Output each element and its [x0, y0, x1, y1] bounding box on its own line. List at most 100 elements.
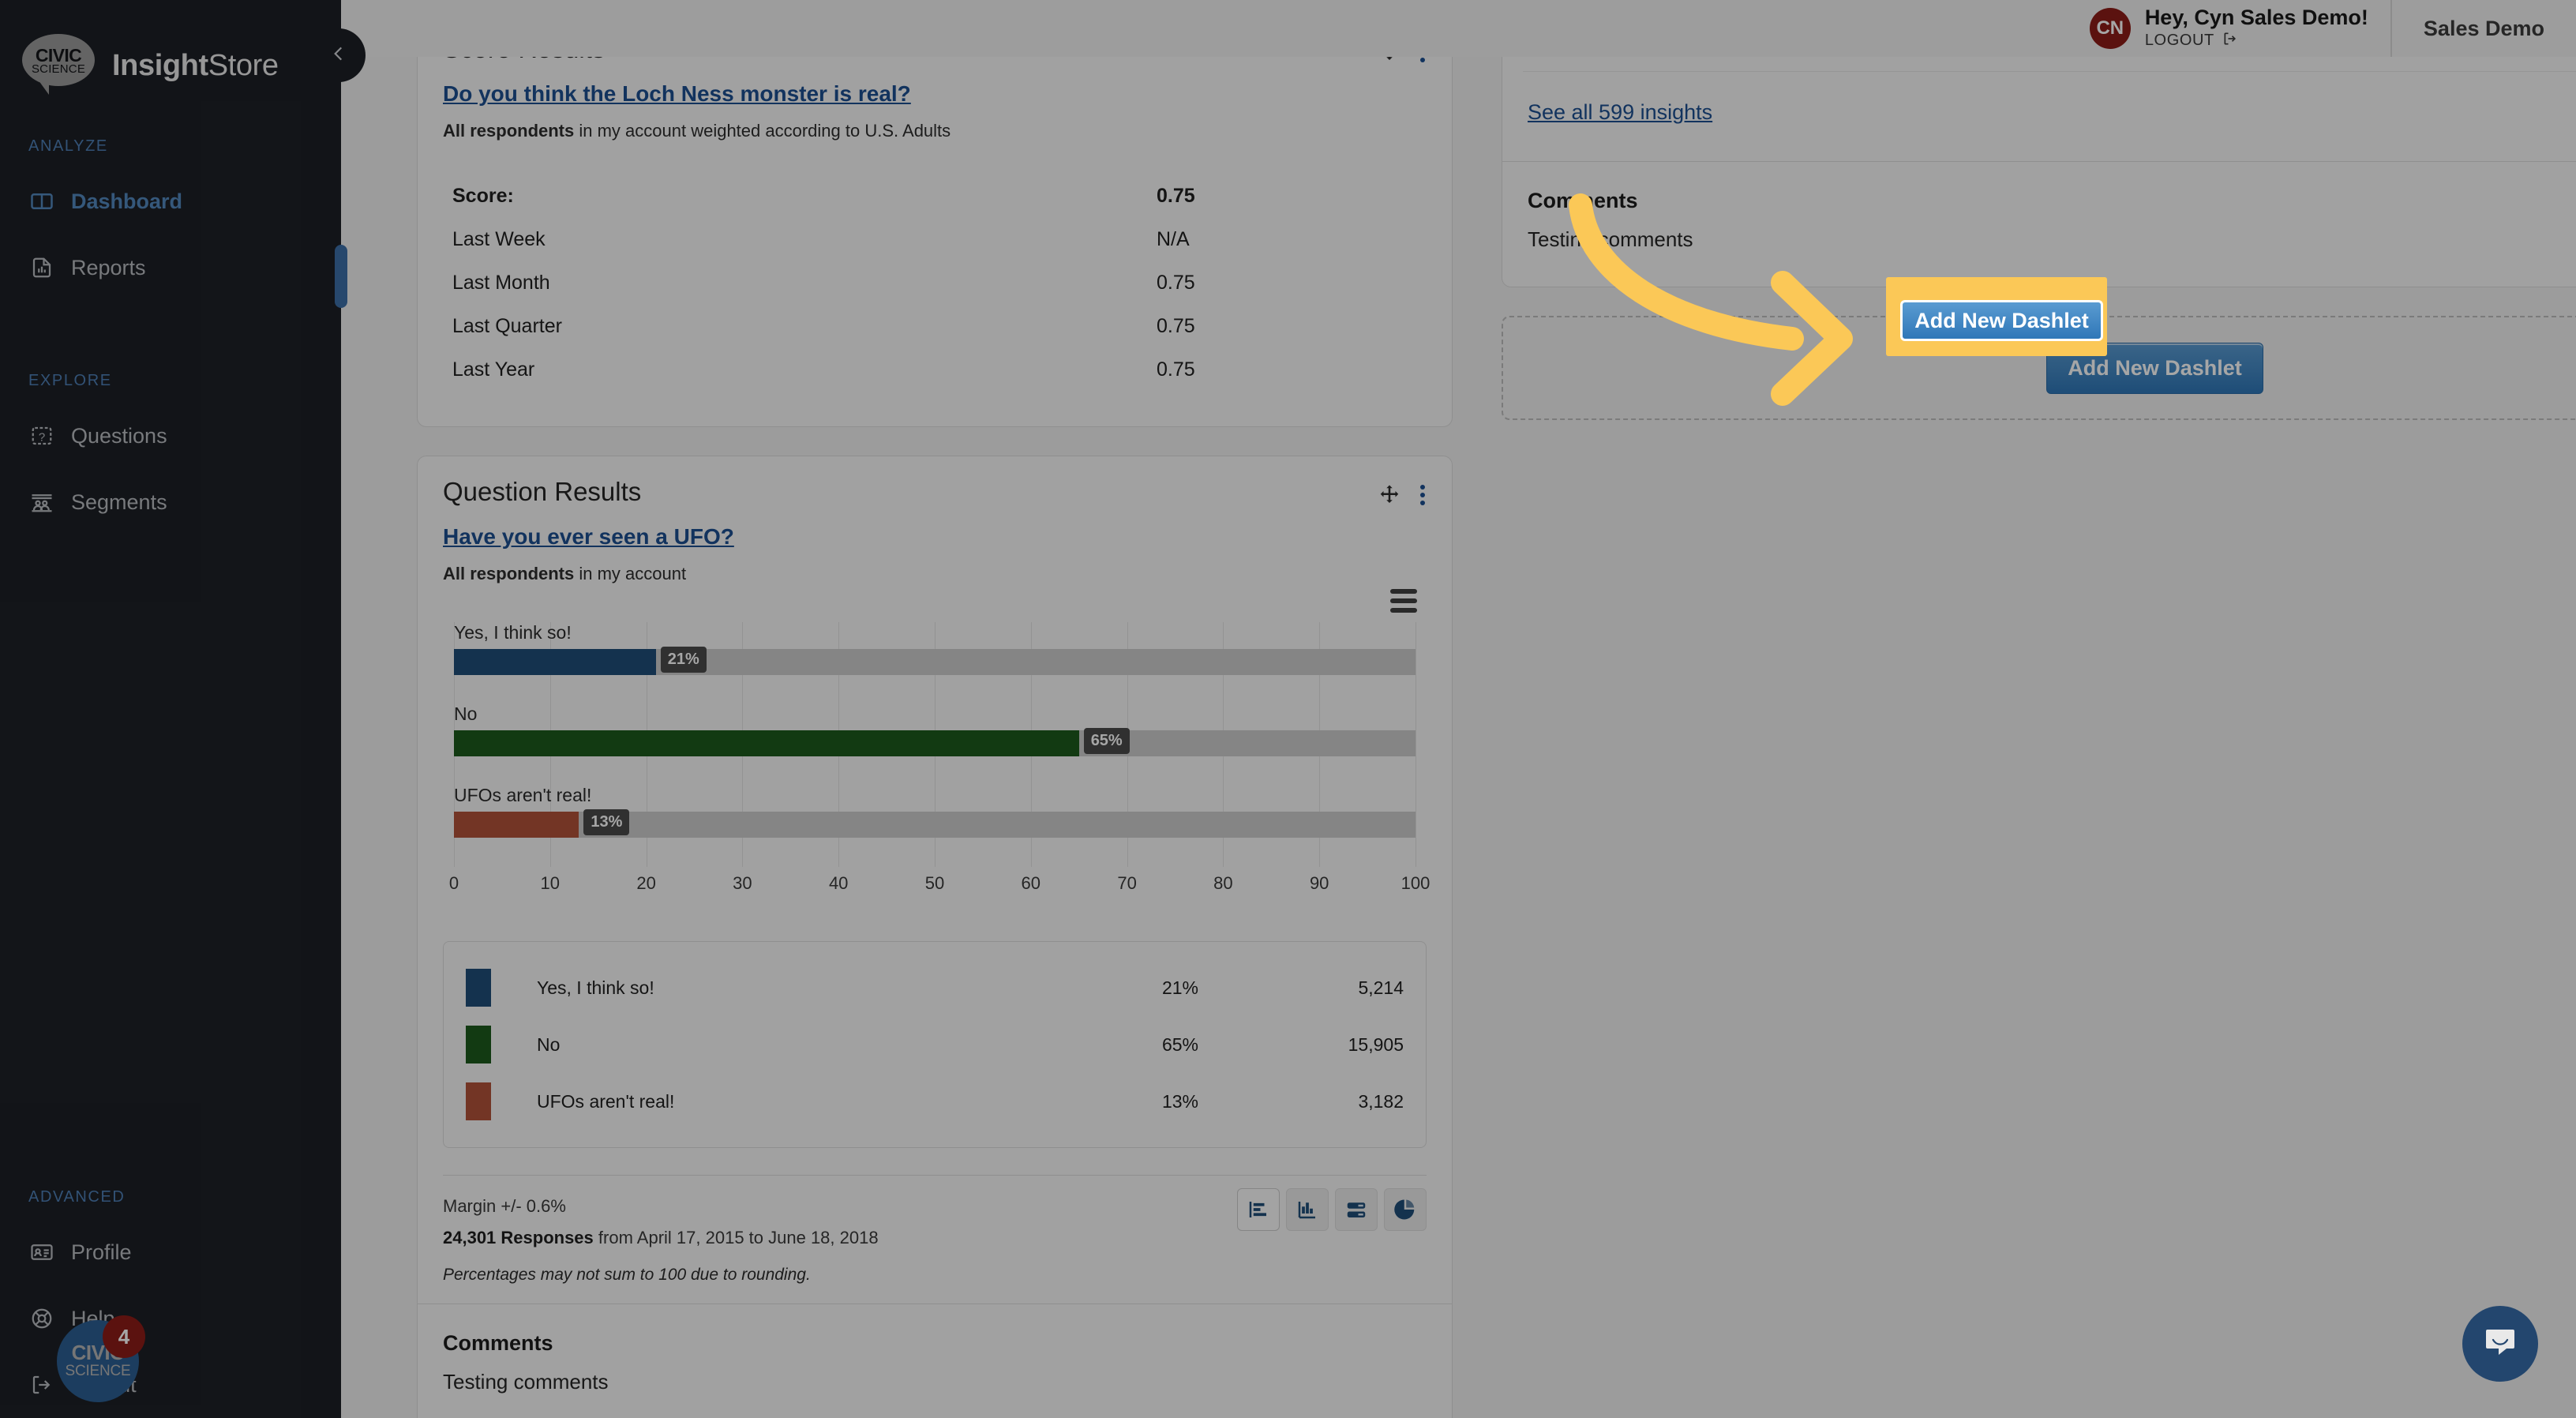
move-icon[interactable]	[1378, 57, 1401, 64]
pie-view-button[interactable]	[1384, 1188, 1427, 1231]
svg-text:?: ?	[39, 430, 45, 444]
score-row-value: 0.75	[1157, 185, 1195, 207]
sidebar: CIVIC SCIENCE InsightStore ANALYZE Dashb…	[0, 0, 341, 1418]
chart-axis-tick: 50	[924, 873, 945, 893]
legend-count: 15,905	[1348, 1033, 1404, 1055]
avatar: CN	[2089, 8, 2131, 49]
stacked-bar-view-button[interactable]	[1335, 1188, 1378, 1231]
audience-rest: in my account	[574, 564, 687, 583]
score-row: Last Week N/A	[452, 218, 1417, 261]
legend-row: UFOs aren't real! 13% 3,182	[466, 1073, 1404, 1130]
chart-bar-label: UFOs aren't real!	[454, 785, 592, 805]
hamburger-export-icon[interactable]	[1390, 589, 1417, 617]
question-card-comments: Comments Testing comments	[418, 1304, 1452, 1418]
sidebar-collapse-button[interactable]	[312, 28, 366, 82]
legend-percent: 65%	[1161, 1033, 1198, 1055]
question-results-card: Question Results Have you ever seen a UF…	[417, 456, 1453, 1418]
sidebar-item-segments[interactable]: Segments	[0, 469, 341, 535]
legend-row: No 65% 15,905	[466, 1016, 1404, 1073]
score-row-value: 0.75	[1157, 272, 1195, 294]
sidebar-section-analyze: ANALYZE	[28, 137, 108, 155]
report-icon	[30, 256, 54, 279]
responses-count: 24,301 Responses	[443, 1228, 594, 1247]
legend-count: 5,214	[1358, 977, 1404, 998]
legend-label: Yes, I think so!	[537, 977, 654, 998]
chart-area: Yes, I think so! 21% No 65% UFOs aren't real…	[443, 584, 1430, 905]
legend-row: Yes, I think so! 21% 5,214	[466, 959, 1404, 1016]
comments-body: Testing comments	[443, 1370, 609, 1394]
logout-icon	[30, 1373, 54, 1397]
chart-view-toggle-group	[1237, 1188, 1427, 1231]
move-icon[interactable]	[1378, 483, 1401, 507]
score-row-value: 0.75	[1157, 315, 1195, 337]
chart-axis-tick: 80	[1213, 873, 1233, 893]
chart-bar	[454, 730, 1079, 756]
badge-line-2: SCIENCE	[65, 1362, 131, 1379]
bar-chart-plot: Yes, I think so! 21% No 65% UFOs aren't real…	[454, 622, 1416, 867]
app-title: InsightStore	[112, 49, 279, 83]
chart-axis-tick: 30	[733, 873, 752, 893]
question-audience: All respondents in my account	[443, 564, 1427, 584]
civicscience-notification-badge[interactable]: CIVIC SCIENCE 4	[57, 1315, 145, 1402]
user-block: CN Hey, Cyn Sales Demo! LOGOUT	[2089, 0, 2392, 57]
audience-bold: All respondents	[443, 121, 575, 141]
sidebar-item-label: Reports	[71, 255, 146, 279]
vertical-bar-view-button[interactable]	[1286, 1188, 1329, 1231]
chart-bar	[454, 812, 579, 838]
card-title: Score Results	[443, 57, 605, 64]
sidebar-section-advanced: ADVANCED	[28, 1188, 126, 1206]
chart-bar-track: 13%	[454, 809, 1415, 838]
legend-percent: 13%	[1161, 1090, 1198, 1112]
chart-bar-group: Yes, I think so! 21%	[454, 622, 1415, 675]
segments-icon	[30, 490, 54, 514]
sidebar-item-questions[interactable]: ? Questions	[0, 403, 341, 469]
see-all-insights-link[interactable]: See all 599 insights	[1528, 100, 1712, 125]
sidebar-item-profile[interactable]: Profile	[0, 1219, 341, 1285]
add-new-dashlet-button[interactable]: Add New Dashlet	[1900, 300, 2103, 341]
chart-bar-group: UFOs aren't real! 13%	[454, 785, 1415, 838]
chart-axis-tick: 40	[828, 873, 849, 893]
sidebar-section-explore: EXPLORE	[28, 372, 112, 389]
horizontal-bar-view-button[interactable]	[1237, 1188, 1280, 1231]
chart-footer: Margin +/- 0.6% 24,301 Responses from Ap…	[443, 1175, 1427, 1304]
chart-bar-group: No 65%	[454, 703, 1415, 756]
logout-link[interactable]: LOGOUT	[2145, 31, 2368, 51]
chart-bar-track: 65%	[454, 728, 1415, 756]
score-row-label: Last Month	[452, 272, 550, 294]
sidebar-item-logout[interactable]: Logout	[0, 1352, 341, 1418]
sidebar-item-label: Segments	[71, 490, 167, 514]
score-row-label: Score:	[452, 185, 514, 207]
chart-bar	[454, 649, 656, 675]
card-title: Question Results	[443, 477, 642, 506]
sidebar-bottom-group: ADVANCED Profile Help Logout	[0, 1154, 341, 1418]
legend-percent: 21%	[1161, 977, 1198, 998]
top-bar: CN Hey, Cyn Sales Demo! LOGOUT Sales Dem…	[341, 0, 2576, 57]
dashboard-icon	[30, 189, 54, 213]
chart-bar-value: 21%	[660, 647, 707, 673]
legend-swatch	[466, 969, 491, 1007]
active-nav-indicator	[335, 245, 347, 308]
sidebar-item-reports[interactable]: Reports	[0, 234, 341, 301]
dashboard-content: Score Results Do you think the Loch Ness…	[341, 57, 2576, 1418]
score-row: Last Quarter 0.75	[452, 305, 1417, 348]
score-row-value: N/A	[1157, 228, 1190, 250]
score-question-link[interactable]: Do you think the Loch Ness monster is re…	[443, 81, 911, 107]
chat-launcher-button[interactable]	[2462, 1306, 2538, 1382]
sidebar-item-label: Profile	[71, 1240, 132, 1264]
score-row: Last Year 0.75	[452, 348, 1417, 392]
kebab-menu-icon[interactable]	[1419, 57, 1427, 64]
score-row-value: 0.75	[1157, 358, 1195, 381]
chart-x-axis: 0 10 20 30 40 50 60 70 80 90 100	[449, 873, 1430, 905]
kebab-menu-icon[interactable]	[1419, 483, 1427, 507]
question-link[interactable]: Have you ever seen a UFO?	[443, 524, 734, 550]
sidebar-item-help[interactable]: Help	[0, 1285, 341, 1352]
chart-bar-value: 65%	[1083, 728, 1130, 754]
dashboard-column-left: Score Results Do you think the Loch Ness…	[417, 57, 1453, 1418]
score-table: Score: 0.75 Last Week N/A Last Month 0.7…	[452, 174, 1417, 392]
logout-label: LOGOUT	[2144, 32, 2214, 50]
sidebar-item-dashboard[interactable]: Dashboard	[0, 168, 341, 234]
account-name: Sales Demo	[2423, 16, 2544, 40]
legend-count: 3,182	[1358, 1090, 1404, 1112]
legend-swatch	[466, 1082, 491, 1120]
app-title-light: Store	[208, 48, 279, 82]
